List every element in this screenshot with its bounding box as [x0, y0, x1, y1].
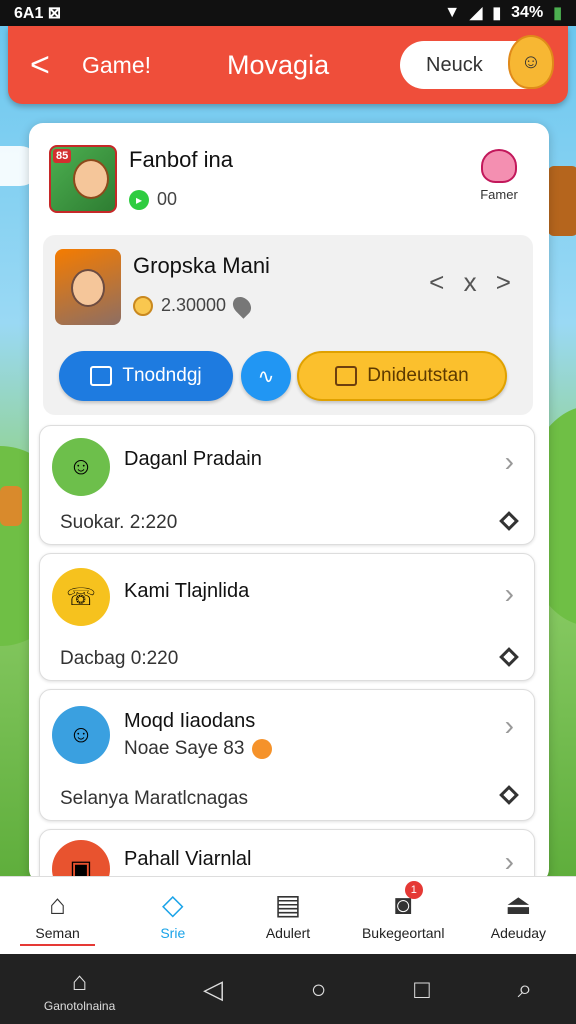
featured-stat-value: 2.30000: [161, 295, 227, 315]
profile-pill-label: Neuck: [426, 53, 483, 76]
secondary-action-button[interactable]: Dnideutstan: [297, 351, 507, 401]
secondary-action-label: Dnideutstan: [367, 365, 469, 386]
tab-label: Seman: [35, 924, 80, 941]
play-icon: ▸: [129, 189, 149, 210]
search-icon: ⌕: [517, 973, 533, 1003]
main-card: 85 Fanbof ina ▸ 00 Famer Gropska Mani 2.…: [29, 123, 549, 883]
tab-list[interactable]: ▤ Adulert: [230, 877, 345, 954]
diamond-icon: [499, 647, 519, 667]
diamond-icon: ◇: [162, 888, 184, 920]
featured-title: Gropska Mani: [133, 253, 270, 278]
mascot-avatar-icon: ☺: [508, 35, 554, 89]
tree-icon: ⏏: [505, 888, 532, 920]
tab-home[interactable]: ⌂ Seman: [0, 877, 115, 954]
coin-icon: [133, 295, 153, 316]
list-icon: ▤: [274, 888, 302, 920]
famer-icon: [481, 149, 517, 183]
profile-stat-value: 00: [157, 189, 178, 209]
system-recents-button[interactable]: □: [414, 974, 430, 1005]
item-name: Moqd Iiaodans: [124, 710, 256, 732]
link-button[interactable]: ∿: [241, 351, 291, 401]
chevron-right-icon: ›: [504, 710, 514, 741]
notification-badge: 1: [404, 881, 423, 899]
chevron-right-icon: ›: [504, 846, 514, 877]
character-face-icon: [71, 269, 105, 307]
status-right: ▼ ◢ ▮ 34% ▮: [444, 3, 562, 23]
list-item[interactable]: ☏ Kami Tlajnlida › Dacbag 0:220: [39, 553, 535, 681]
bottom-nav: ⌂ Seman ◇ Srie ▤ Adulert ◙ 1 Bukegeortan…: [0, 876, 576, 954]
primary-action-button[interactable]: Tnodndgj: [59, 351, 233, 401]
location-icon: [252, 739, 273, 759]
item-name: Kami Tlajnlida: [124, 580, 250, 602]
featured-nav-arrows[interactable]: < x >: [429, 267, 517, 298]
wifi-icon: ▼: [444, 4, 461, 21]
tab-indicator: [20, 944, 96, 946]
square-icon: □: [414, 973, 430, 1004]
diamond-icon: [499, 785, 519, 805]
sim-icon: ▮: [492, 5, 502, 22]
system-circle-button[interactable]: ○: [311, 974, 327, 1005]
location-pin-icon: [229, 292, 255, 319]
profile-pill-button[interactable]: Neuck ☺: [400, 35, 554, 89]
tab-label: Adulert: [265, 924, 311, 941]
list-item[interactable]: ☺ Moqd Iiaodans Noae Saye 83 › Selanya M…: [39, 689, 535, 821]
profile-row[interactable]: 85 Fanbof ina ▸ 00 Famer: [49, 145, 529, 217]
system-home-button[interactable]: ⌂ Ganotolnaina: [44, 966, 115, 1013]
avatar-icon: ☺: [52, 706, 110, 764]
item-footer: Selanya Maratlcnagas: [60, 788, 248, 809]
primary-action-label: Tnodndgj: [122, 365, 202, 386]
link-icon: ∿: [257, 365, 275, 388]
app-icon: 85: [49, 145, 117, 213]
list-item[interactable]: ☺ Daganl Pradain › Suokar. 2:220: [39, 425, 535, 545]
list-item[interactable]: ▣ Pahall Viarnlal ›: [39, 829, 535, 883]
battery-level: 34%: [511, 4, 544, 21]
page-title: Movagia: [227, 49, 330, 80]
profile-title: Fanbof ina: [129, 147, 233, 172]
featured-game-icon: [55, 249, 121, 325]
app-header: < Game! Movagia Neuck ☺: [8, 26, 568, 104]
circle-icon: ○: [310, 973, 327, 1004]
status-left: 6A1 ⊠: [14, 5, 62, 22]
system-back-button[interactable]: ◁: [203, 974, 223, 1005]
item-footer: Dacbag 0:220: [60, 648, 179, 669]
system-search-button[interactable]: ⌕: [518, 973, 533, 1005]
back-triangle-icon: ◁: [202, 973, 223, 1004]
home-outline-icon: ⌂: [71, 965, 88, 996]
header-game-link[interactable]: Game!: [82, 52, 151, 79]
item-subtitle-text: Noae Saye 83: [124, 738, 245, 759]
chevron-right-icon: ›: [504, 578, 514, 609]
app-badge: 85: [53, 149, 72, 163]
home-icon: ⌂: [49, 888, 67, 920]
tab-label: Adeuday: [490, 924, 547, 941]
featured-stat: 2.30000: [133, 292, 255, 319]
avatar-icon: ☺: [52, 438, 110, 496]
tab-label: Srie: [160, 924, 186, 941]
system-home-label: Ganotolnaina: [43, 998, 116, 1013]
tab-diamond[interactable]: ◇ Srie: [115, 877, 230, 954]
profile-stat: ▸ 00: [129, 189, 177, 210]
item-subtitle: Noae Saye 83: [124, 738, 273, 760]
messenger-avatar-icon: ☏: [52, 568, 110, 626]
item-name: Daganl Pradain: [124, 448, 262, 470]
status-bar: 6A1 ⊠ ▼ ◢ ▮ 34% ▮: [0, 0, 576, 26]
system-nav-bar: ⌂ Ganotolnaina ◁ ○ □ ⌕: [0, 954, 576, 1024]
famer-label: Famer: [480, 187, 518, 202]
chevron-right-icon: ›: [504, 446, 514, 477]
signal-icon: ◢: [470, 5, 483, 22]
diamond-icon: [499, 511, 519, 531]
famer-button[interactable]: Famer: [469, 145, 529, 202]
item-name: Pahall Viarnlal: [124, 848, 252, 870]
tab-camera[interactable]: ◙ 1 Bukegeortanl: [346, 877, 461, 954]
chest-icon: [335, 366, 358, 386]
edit-icon: [90, 366, 113, 386]
battery-icon: ▮: [553, 5, 562, 22]
item-footer: Suokar. 2:220: [60, 512, 178, 533]
tab-tree[interactable]: ⏏ Adeuday: [461, 877, 576, 954]
featured-game-panel: Gropska Mani 2.30000 < x > Tnodndgj ∿ Dn…: [43, 235, 533, 415]
tab-label: Bukegeortanl: [361, 924, 445, 941]
back-button[interactable]: <: [30, 48, 60, 82]
character-face-icon: [73, 159, 109, 199]
